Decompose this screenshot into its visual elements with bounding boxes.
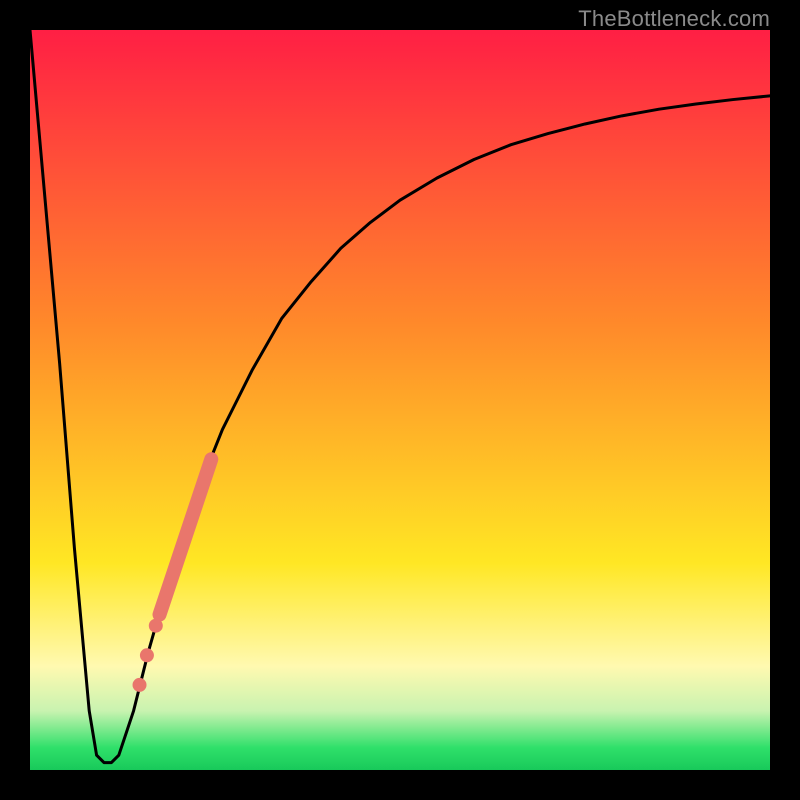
watermark-text: TheBottleneck.com bbox=[578, 6, 770, 32]
plot-area bbox=[30, 30, 770, 770]
marker-dots bbox=[133, 619, 163, 692]
marker-dot bbox=[140, 648, 154, 662]
curve-layer bbox=[30, 30, 770, 770]
marker-dot bbox=[149, 619, 163, 633]
chart-frame: TheBottleneck.com bbox=[0, 0, 800, 800]
highlighted-range-marker bbox=[160, 459, 212, 614]
marker-dot bbox=[133, 678, 147, 692]
